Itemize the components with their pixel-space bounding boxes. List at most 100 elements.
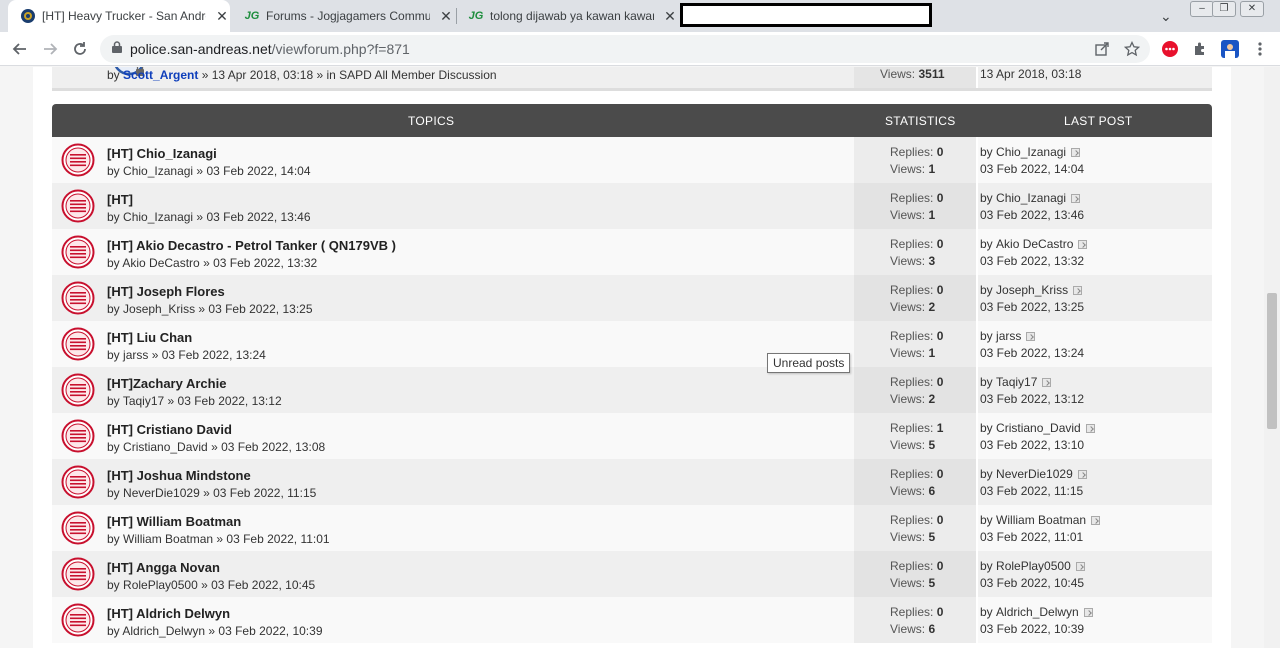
browser-tab[interactable]: JG tolong dijawab ya kawan kawan - J ✕ [456,0,678,32]
last-post-author-link[interactable]: Chio_Izanagi [996,191,1066,205]
author-link[interactable]: Joseph_Kriss [123,302,195,316]
last-post-author-link[interactable]: Chio_Izanagi [996,145,1066,159]
chat-extension-icon[interactable] [1160,39,1180,59]
author-link[interactable]: Chio_Izanagi [123,210,193,224]
topic-title-link[interactable]: [HT] William Boatman [107,514,241,529]
topic-row[interactable]: [HT] Aldrich Delwyn by Aldrich_Delwyn » 0… [52,597,1212,643]
last-post-author-link[interactable]: Aldrich_Delwyn [996,605,1079,619]
topic-row[interactable]: [HT] Liu Chan by jarss » 03 Feb 2022, 13:… [52,321,1212,367]
views-label: Views: [890,208,926,222]
replies-stat: Replies: 0 [890,467,943,481]
close-window-icon[interactable]: ✕ [1240,1,1264,17]
page-scrollbar[interactable] [1264,67,1280,648]
minimize-icon[interactable]: – [1190,1,1214,17]
back-icon[interactable] [8,37,32,61]
topic-icon-cell [52,367,104,413]
goto-last-post-icon[interactable] [1026,331,1036,341]
topic-title-link[interactable]: [HT] Liu Chan [107,330,192,345]
topic-date: 03 Feb 2022, 11:15 [213,486,317,500]
topic-title-link[interactable]: [HT] [107,192,133,207]
views-stat: Views: 2 [890,392,935,406]
topic-title-link[interactable]: [HT] Angga Novan [107,560,220,575]
replies-label: Replies: [890,191,934,205]
topic-title-link[interactable]: [HT] Chio_Izanagi [107,146,217,161]
author-link[interactable]: William Boatman [123,532,213,546]
close-tab-icon[interactable]: ✕ [214,8,230,24]
lock-icon[interactable] [112,40,122,58]
last-post-author-link[interactable]: jarss [996,329,1021,343]
close-tab-icon[interactable]: ✕ [662,8,678,24]
site-favicon-icon [20,8,36,24]
topic-row[interactable]: [HT] Chio_Izanagi by Chio_Izanagi » 03 Fe… [52,137,1212,183]
by-label: by [107,394,120,408]
topic-byline: by NeverDie1029 » 03 Feb 2022, 11:15 [107,486,317,500]
topic-row[interactable]: [HT] Angga Novan by RolePlay0500 » 03 Feb… [52,551,1212,597]
replies-value: 0 [936,191,944,205]
topic-title-link[interactable]: [HT] Joshua Mindstone [107,468,251,483]
author-link[interactable]: Cristiano_David [123,440,208,454]
last-post-author-link[interactable]: William Boatman [996,513,1086,527]
author-link[interactable]: jarss [123,348,148,362]
topic-row[interactable]: [HT] Akio Decastro - Petrol Tanker ( QN1… [52,229,1212,275]
previous-topic-row[interactable]: by Scott_Argent » 13 Apr 2018, 03:18 » i… [52,67,1212,89]
author-link[interactable]: RolePlay0500 [123,578,198,592]
views-stat: Views: 2 [890,300,935,314]
topic-meta: » 13 Apr 2018, 03:18 » in SAPD All Membe… [198,68,497,82]
topic-date: 03 Feb 2022, 10:45 [211,578,316,592]
forward-icon[interactable] [38,37,62,61]
topics-header: TOPICS [408,114,455,128]
author-link[interactable]: Taqiy17 [123,394,164,408]
topic-row[interactable]: [HT]Zachary Archie by Taqiy17 » 03 Feb 20… [52,367,1212,413]
close-tab-icon[interactable]: ✕ [438,8,454,24]
share-icon[interactable] [1092,39,1112,59]
topic-title-link[interactable]: [HT] Joseph Flores [107,284,225,299]
profile-avatar-icon[interactable] [1220,39,1240,59]
goto-last-post-icon[interactable] [1085,423,1095,433]
topic-title-link[interactable]: [HT] Akio Decastro - Petrol Tanker ( QN1… [107,238,396,253]
topic-title-link[interactable]: [HT]Zachary Archie [107,376,226,391]
reload-icon[interactable] [68,37,92,61]
topic-row[interactable]: [HT] Joseph Flores by Joseph_Kriss » 03 F… [52,275,1212,321]
browser-tab-active[interactable]: [HT] Heavy Trucker - San Andreas ✕ [8,0,230,32]
goto-last-post-icon[interactable] [1073,285,1083,295]
browser-tab[interactable]: JG Forums - Jogjagamers Community ✕ [232,0,454,32]
replies-stat: Replies: 1 [890,421,943,435]
bookmark-star-icon[interactable] [1122,39,1142,59]
last-post-author-link[interactable]: RolePlay0500 [996,559,1071,573]
topic-title-link[interactable]: [HT] Cristiano David [107,422,232,437]
last-post-author-link[interactable]: Taqiy17 [996,375,1037,389]
author-link[interactable]: Akio DeCastro [122,256,199,270]
last-post-date: 03 Feb 2022, 11:15 [980,484,1084,498]
author-link[interactable]: NeverDie1029 [123,486,200,500]
by-label: by [980,329,993,343]
last-post-author-link[interactable]: Cristiano_David [996,421,1081,435]
goto-last-post-icon[interactable] [1071,193,1081,203]
extensions-puzzle-icon[interactable] [1190,39,1210,59]
last-post-author-link[interactable]: Akio DeCastro [996,237,1073,251]
author-link[interactable]: Scott_Argent [123,68,198,82]
goto-last-post-icon[interactable] [1071,147,1081,157]
last-post-author-link[interactable]: Joseph_Kriss [996,283,1068,297]
topic-title-link[interactable]: [HT] Aldrich Delwyn [107,606,230,621]
goto-last-post-icon[interactable] [1075,561,1085,571]
author-link[interactable]: Aldrich_Delwyn [122,624,205,638]
menu-kebab-icon[interactable] [1250,39,1270,59]
topic-icon-cell [52,551,104,597]
address-bar[interactable]: police.san-andreas.net/viewforum.php?f=8… [100,35,1150,63]
tab-search-chevron-icon[interactable]: ⌄ [1160,8,1172,25]
topic-row[interactable]: [HT] Joshua Mindstone by NeverDie1029 » 0… [52,459,1212,505]
goto-last-post-icon[interactable] [1078,239,1088,249]
column-divider [976,597,978,643]
author-link[interactable]: Chio_Izanagi [123,164,193,178]
goto-last-post-icon[interactable] [1077,469,1087,479]
by-label: by [980,421,993,435]
goto-last-post-icon[interactable] [1083,607,1093,617]
last-post-author-link[interactable]: NeverDie1029 [996,467,1073,481]
restore-icon[interactable]: ❐ [1212,1,1236,17]
topic-row[interactable]: [HT] William Boatman by William Boatman »… [52,505,1212,551]
scrollbar-thumb[interactable] [1267,293,1277,429]
goto-last-post-icon[interactable] [1042,377,1052,387]
topic-row[interactable]: [HT] Cristiano David by Cristiano_David »… [52,413,1212,459]
goto-last-post-icon[interactable] [1091,515,1101,525]
topic-row[interactable]: [HT] by Chio_Izanagi » 03 Feb 2022, 13:46… [52,183,1212,229]
